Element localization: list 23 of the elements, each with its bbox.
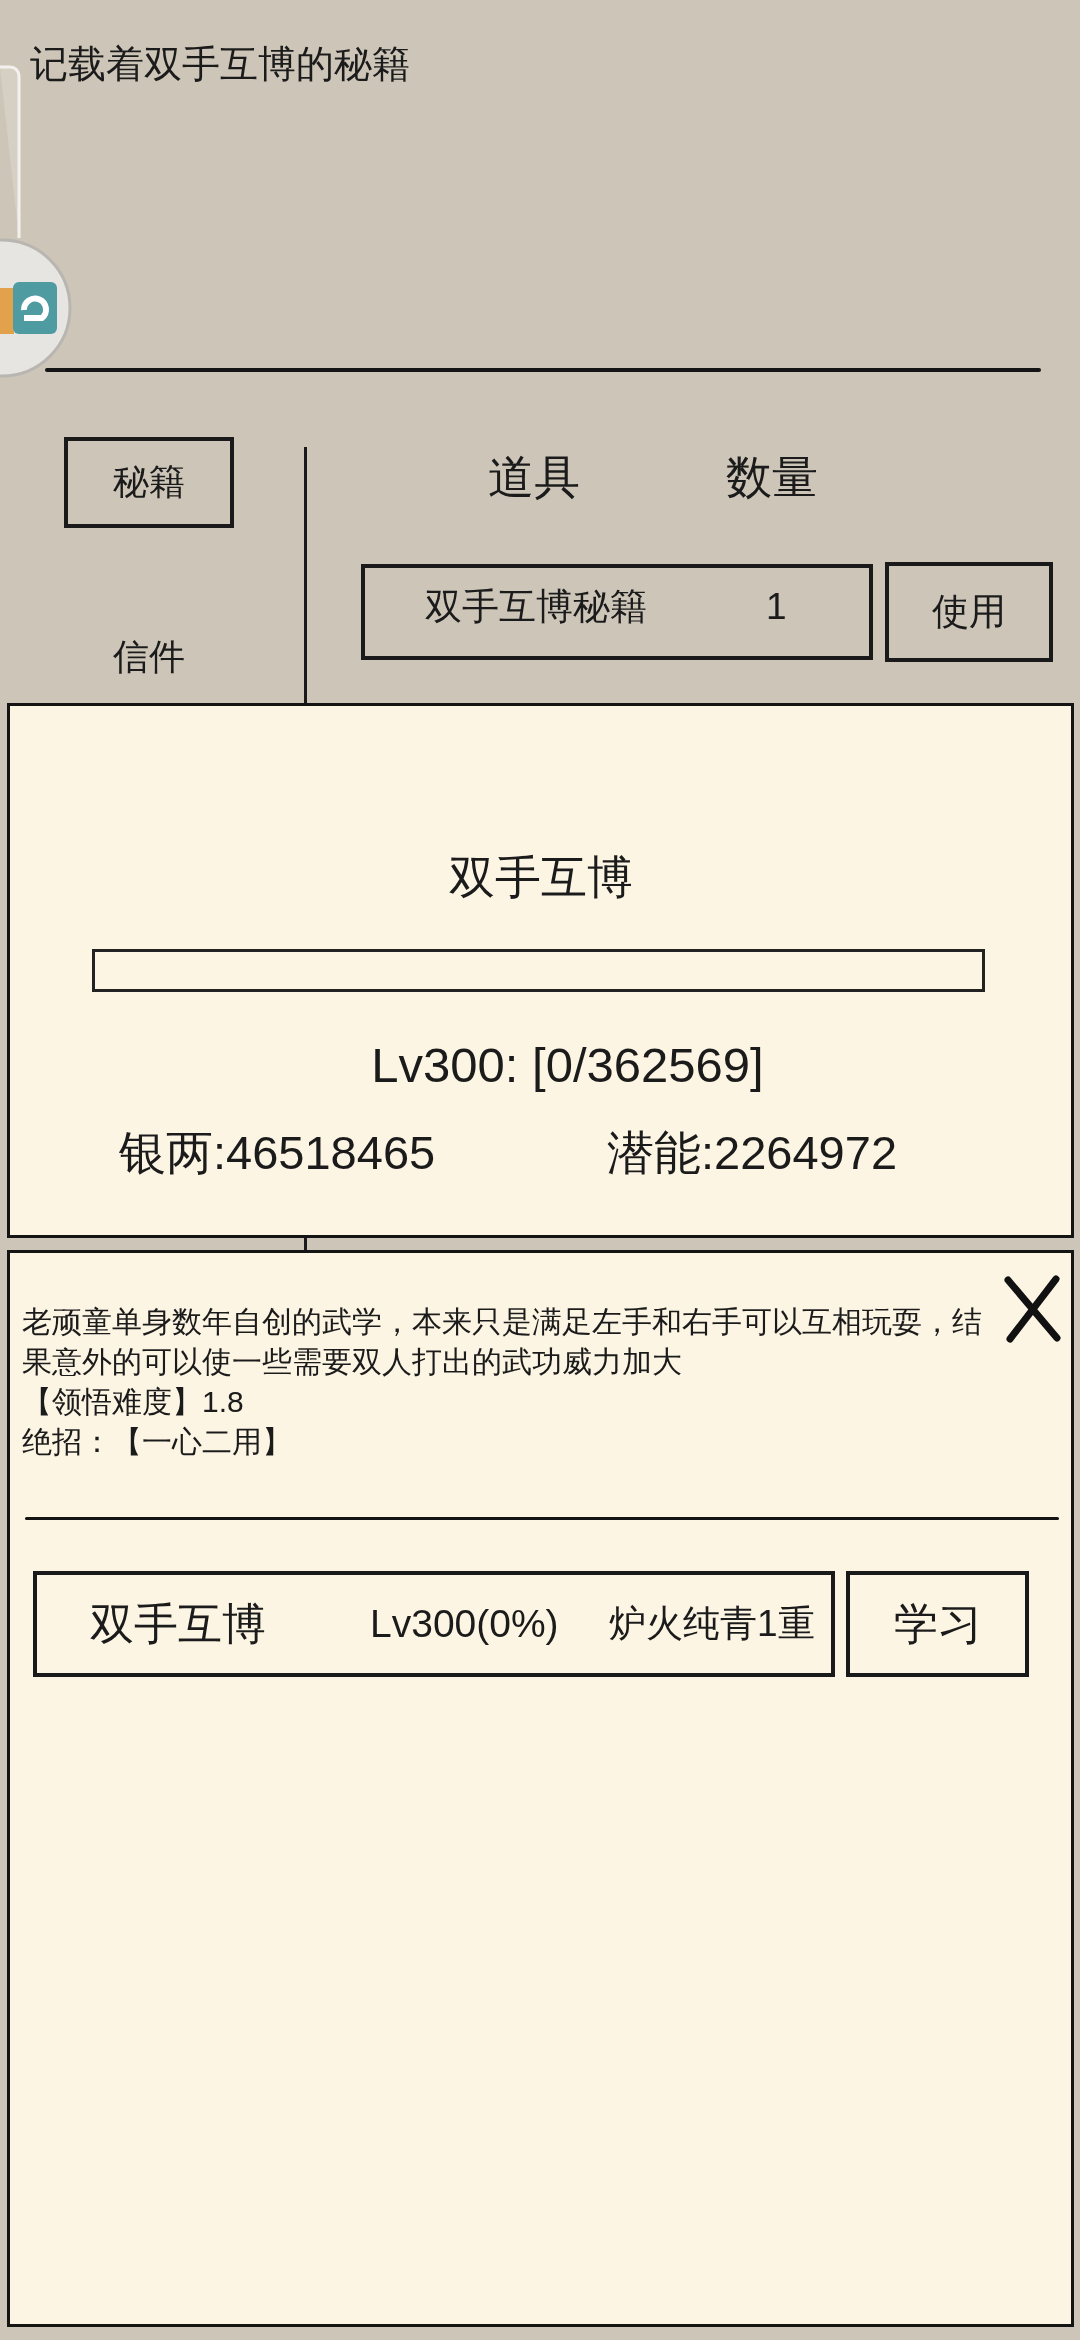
item-row[interactable]: 双手互博秘籍 1 xyxy=(361,564,873,660)
item-description: 记载着双手互博的秘籍 xyxy=(30,43,410,85)
level-progress-text: Lv300: [0/362569] xyxy=(371,1037,764,1093)
column-header: 数量 xyxy=(726,451,818,503)
sidebar-tab[interactable]: 秘籍 xyxy=(64,437,234,528)
skill-name: 双手互博 xyxy=(90,1597,267,1650)
skill-title: 双手互博 xyxy=(448,850,633,904)
item-name: 双手互博秘籍 xyxy=(425,585,647,629)
close-button[interactable] xyxy=(1002,1275,1062,1343)
use-button[interactable]: 使用 xyxy=(885,562,1053,662)
stat-text: 潜能:2264972 xyxy=(607,1126,898,1180)
column-header: 道具 xyxy=(488,451,580,503)
stat-text: 银两:46518465 xyxy=(119,1126,437,1180)
skill-rank: 炉火纯青1重 xyxy=(609,1602,815,1646)
skill-info-line: 【领悟难度】1.8 xyxy=(22,1384,245,1420)
floating-handle[interactable] xyxy=(0,65,22,238)
item-count: 1 xyxy=(766,586,787,628)
skill-level: Lv300(0%) xyxy=(370,1602,560,1646)
skill-info-line: 绝招：【一心二用】 xyxy=(22,1424,293,1460)
learn-button[interactable]: 学习 xyxy=(846,1571,1029,1677)
skill-description: 老顽童单身数年自创的武学，本来只是满足左手和右手可以互相玩耍，结果意外的可以使一些需要双人打出的武功威力加大 xyxy=(22,1304,983,1380)
close-icon xyxy=(1002,1275,1062,1343)
sidebar-tab[interactable]: 信件 xyxy=(64,612,234,703)
